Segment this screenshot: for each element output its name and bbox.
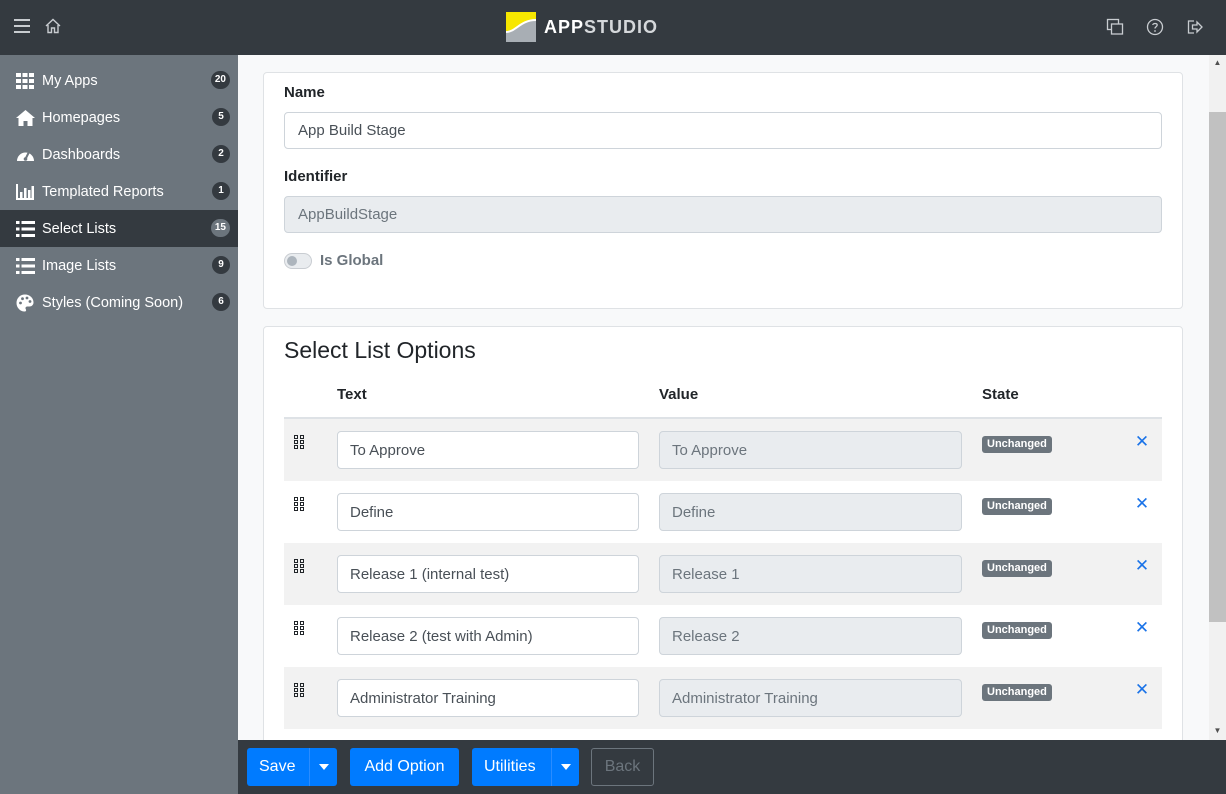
list-icon bbox=[15, 220, 35, 238]
column-header-text: Text bbox=[337, 386, 367, 403]
sidebar-item-label: Templated Reports bbox=[42, 183, 164, 200]
table-row: Release 1 (internal test) Release 1 Unch… bbox=[284, 543, 1162, 605]
delete-row-icon[interactable]: ✕ bbox=[1135, 680, 1149, 700]
delete-row-icon[interactable]: ✕ bbox=[1135, 432, 1149, 452]
count-badge: 5 bbox=[212, 108, 230, 126]
is-global-label: Is Global bbox=[320, 252, 384, 269]
grid-icon bbox=[15, 72, 35, 90]
sidebar-item-label: Dashboards bbox=[42, 146, 121, 163]
sidebar-item-templated-reports[interactable]: Templated Reports 1 bbox=[0, 173, 238, 210]
identifier-label: Identifier bbox=[284, 168, 348, 185]
sidebar-item-label: Styles (Coming Soon) bbox=[42, 294, 184, 311]
state-badge: Unchanged bbox=[982, 436, 1052, 453]
home-icon[interactable] bbox=[44, 17, 62, 40]
option-value-input[interactable]: Release 1 bbox=[659, 555, 962, 593]
column-header-state: State bbox=[982, 386, 1019, 403]
option-text-input[interactable]: Define bbox=[337, 493, 639, 531]
add-option-button-label: Add Option bbox=[364, 758, 445, 775]
gauge-icon bbox=[15, 146, 35, 164]
option-text-input[interactable]: Release 1 (internal test) bbox=[337, 555, 639, 593]
column-header-value: Value bbox=[659, 386, 699, 403]
count-badge: 9 bbox=[212, 256, 230, 274]
drag-handle-icon[interactable] bbox=[294, 435, 304, 449]
name-input[interactable]: App Build Stage bbox=[284, 112, 1162, 149]
identifier-input[interactable]: AppBuildStage bbox=[284, 196, 1162, 233]
option-value-input[interactable]: Release 2 bbox=[659, 617, 962, 655]
save-button[interactable]: Save bbox=[247, 748, 337, 786]
main-content: Name App Build Stage Identifier AppBuild… bbox=[238, 55, 1209, 740]
scroll-down-arrow-icon[interactable]: ▼ bbox=[1213, 726, 1222, 735]
sidebar-item-label: Image Lists bbox=[42, 257, 117, 274]
state-badge: Unchanged bbox=[982, 622, 1052, 639]
utilities-button-label: Utilities bbox=[484, 758, 536, 775]
sidebar-item-label: Select Lists bbox=[42, 220, 117, 237]
menu-icon[interactable] bbox=[14, 19, 30, 33]
table-row: Release 2 (test with Admin) Release 2 Un… bbox=[284, 605, 1162, 667]
sidebar: My Apps 20 Homepages 5 Dashboards 2 Temp… bbox=[0, 55, 238, 794]
sidebar-item-styles[interactable]: Styles (Coming Soon) 6 bbox=[0, 284, 238, 321]
scrollbar-thumb[interactable] bbox=[1209, 112, 1226, 622]
bar-chart-icon bbox=[15, 183, 35, 201]
details-card: Name App Build Stage Identifier AppBuild… bbox=[263, 72, 1183, 309]
sidebar-item-label: My Apps bbox=[42, 72, 98, 89]
option-value-input[interactable]: To Approve bbox=[659, 431, 962, 469]
sidebar-item-homepages[interactable]: Homepages 5 bbox=[0, 99, 238, 136]
sidebar-item-dashboards[interactable]: Dashboards 2 bbox=[0, 136, 238, 173]
count-badge: 20 bbox=[210, 71, 230, 89]
sidebar-item-select-lists[interactable]: Select Lists 15 bbox=[0, 210, 238, 247]
option-value-input[interactable]: Administrator Training bbox=[659, 679, 962, 717]
appstudio-logo-icon bbox=[506, 12, 536, 42]
sidebar-item-my-apps[interactable]: My Apps 20 bbox=[0, 62, 238, 99]
option-text-input[interactable]: To Approve bbox=[337, 431, 639, 469]
delete-row-icon[interactable]: ✕ bbox=[1135, 618, 1149, 638]
is-global-toggle[interactable] bbox=[284, 253, 312, 269]
back-button-label: Back bbox=[604, 758, 641, 775]
list-icon bbox=[15, 257, 35, 275]
help-icon[interactable] bbox=[1146, 18, 1164, 36]
section-title: Select List Options bbox=[284, 337, 476, 363]
delete-row-icon[interactable]: ✕ bbox=[1135, 556, 1149, 576]
delete-row-icon[interactable]: ✕ bbox=[1135, 494, 1149, 514]
brand-logo: APPSTUDIO bbox=[506, 12, 658, 42]
count-badge: 6 bbox=[212, 293, 230, 311]
scroll-up-arrow-icon[interactable]: ▲ bbox=[1213, 58, 1222, 67]
sidebar-item-image-lists[interactable]: Image Lists 9 bbox=[0, 247, 238, 284]
sidebar-item-label: Homepages bbox=[42, 109, 121, 126]
state-badge: Unchanged bbox=[982, 560, 1052, 577]
brand-studio: STUDIO bbox=[584, 16, 659, 37]
brand-app: APP bbox=[544, 16, 585, 37]
count-badge: 2 bbox=[212, 145, 230, 163]
option-text-input[interactable]: Release 2 (test with Admin) bbox=[337, 617, 639, 655]
drag-handle-icon[interactable] bbox=[294, 559, 304, 573]
palette-icon bbox=[15, 294, 35, 312]
top-bar: APPSTUDIO bbox=[0, 0, 1226, 55]
option-text-input[interactable]: Administrator Training bbox=[337, 679, 639, 717]
bottom-toolbar: Save Add Option Utilities Back bbox=[238, 740, 1226, 794]
main-scrollbar[interactable]: ▲ ▼ bbox=[1209, 55, 1226, 740]
count-badge: 1 bbox=[212, 182, 230, 200]
drag-handle-icon[interactable] bbox=[294, 683, 304, 697]
option-value-input[interactable]: Define bbox=[659, 493, 962, 531]
table-row: Define Define Unchanged ✕ bbox=[284, 481, 1162, 543]
drag-handle-icon[interactable] bbox=[294, 621, 304, 635]
select-list-options-card: Select List Options Text Value State To … bbox=[263, 326, 1183, 740]
home-icon bbox=[15, 109, 35, 127]
name-label: Name bbox=[284, 84, 325, 101]
back-button[interactable]: Back bbox=[591, 748, 654, 786]
sign-out-icon[interactable] bbox=[1186, 18, 1204, 36]
utilities-button[interactable]: Utilities bbox=[472, 748, 579, 786]
save-button-label: Save bbox=[259, 758, 296, 775]
state-badge: Unchanged bbox=[982, 684, 1052, 701]
windows-icon[interactable] bbox=[1106, 18, 1124, 36]
count-badge: 15 bbox=[210, 219, 230, 237]
drag-handle-icon[interactable] bbox=[294, 497, 304, 511]
table-row: To Approve To Approve Unchanged ✕ bbox=[284, 419, 1162, 481]
state-badge: Unchanged bbox=[982, 498, 1052, 515]
utilities-dropdown-caret-icon[interactable] bbox=[551, 748, 579, 786]
add-option-button[interactable]: Add Option bbox=[350, 748, 459, 786]
save-dropdown-caret-icon[interactable] bbox=[309, 748, 337, 786]
table-row: Administrator Training Administrator Tra… bbox=[284, 667, 1162, 729]
